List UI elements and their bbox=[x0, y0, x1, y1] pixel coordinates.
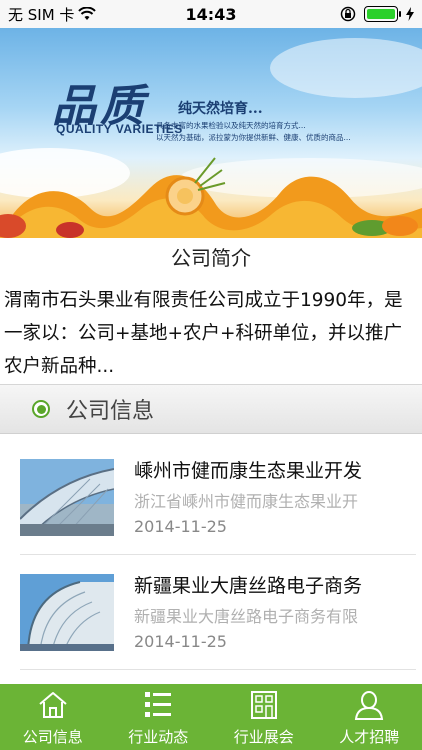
news-description: 浙江省嵊州市健而康生态果业开 bbox=[134, 492, 359, 511]
intro-title: 公司简介 bbox=[171, 246, 251, 270]
news-title: 新疆果业大唐丝路电子商务 bbox=[134, 575, 363, 597]
battery-icon bbox=[364, 6, 401, 22]
bottom-tab-bar: 公司信息 行业动态 行业展会 人才招聘 bbox=[0, 684, 422, 750]
hero-banner[interactable]: 品质 QUALITY VARIETIES 纯天然培育... 具备丰富的水果检验以… bbox=[0, 28, 422, 238]
tab-label: 公司信息 bbox=[22, 728, 83, 746]
tab-industry-news[interactable]: 行业动态 bbox=[106, 684, 212, 750]
banner-description-line-2: 以天然为基础，派拉蒙为你提供新鲜、健康、优质的商品... bbox=[156, 133, 351, 142]
building-photo-icon bbox=[20, 459, 114, 536]
tab-recruitment[interactable]: 人才招聘 bbox=[317, 684, 422, 750]
list-icon bbox=[142, 688, 174, 722]
banner-slogan: 纯天然培育... bbox=[178, 101, 263, 117]
news-description: 新疆果业大唐丝路电子商务有限 bbox=[134, 607, 359, 626]
status-bar: 无 SIM 卡 14:43 bbox=[0, 0, 422, 28]
fruit-peel-illustration bbox=[0, 157, 422, 238]
news-item[interactable]: 嵊州市健而康生态果业开发 浙江省嵊州市健而康生态果业开 2014-11-25 bbox=[20, 440, 416, 555]
news-date: 2014-11-25 bbox=[134, 517, 227, 536]
news-item[interactable]: 新疆果业大唐丝路电子商务 新疆果业大唐丝路电子商务有限 2014-11-25 bbox=[20, 555, 416, 670]
tab-label: 人才招聘 bbox=[339, 728, 400, 746]
home-icon bbox=[37, 688, 69, 722]
person-icon bbox=[353, 688, 385, 722]
news-list: 嵊州市健而康生态果业开发 浙江省嵊州市健而康生态果业开 2014-11-25 新… bbox=[0, 440, 422, 670]
charging-icon bbox=[406, 7, 414, 21]
intro-text[interactable]: 渭南市石头果业有限责任公司成立于1990年，是一家以：公司+基地+农户+科研单位… bbox=[4, 284, 420, 383]
section-title: 公司信息 bbox=[66, 399, 155, 424]
tab-company-info[interactable]: 公司信息 bbox=[0, 684, 106, 750]
tab-industry-expo[interactable]: 行业展会 bbox=[211, 684, 317, 750]
radio-dot-icon bbox=[32, 400, 50, 418]
grid-building-icon bbox=[248, 688, 280, 722]
tab-label: 行业展会 bbox=[233, 728, 294, 746]
banner-description-line-1: 具备丰富的水果检验以及纯天然的培育方式... bbox=[156, 121, 306, 130]
orientation-lock-icon bbox=[340, 6, 356, 22]
battery-fill bbox=[367, 9, 395, 19]
news-title: 嵊州市健而康生态果业开发 bbox=[134, 460, 363, 482]
section-header: 公司信息 bbox=[0, 384, 422, 434]
tab-label: 行业动态 bbox=[128, 728, 189, 746]
status-right-group bbox=[340, 6, 414, 22]
building-photo-icon bbox=[20, 574, 114, 651]
news-date: 2014-11-25 bbox=[134, 632, 227, 651]
